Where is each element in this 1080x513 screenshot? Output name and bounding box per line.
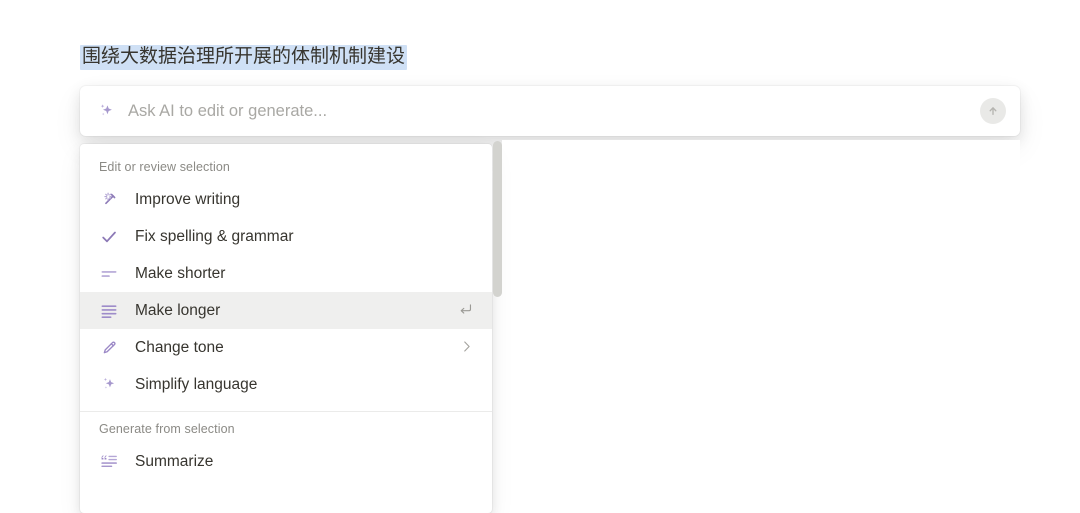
- lines-short-icon: [99, 264, 119, 284]
- menu-item-make-longer[interactable]: Make longer: [80, 292, 492, 329]
- return-key-icon: [457, 301, 478, 321]
- menu-divider: [80, 411, 492, 412]
- arrow-up-circle-icon: [989, 107, 997, 115]
- pen-icon: [99, 338, 119, 358]
- menu-item-label: Make shorter: [135, 264, 226, 282]
- menu-item-make-shorter[interactable]: Make shorter: [80, 255, 492, 292]
- menu-item-label: Fix spelling & grammar: [135, 227, 294, 245]
- menu-section-label-edit: Edit or review selection: [99, 160, 230, 174]
- menu-item-label: Simplify language: [135, 375, 258, 393]
- lines-long-icon: [99, 301, 119, 321]
- menu-scrollbar-thumb[interactable]: [493, 141, 502, 297]
- chevron-right-icon: [459, 339, 478, 357]
- menu-item-fix-spelling-grammar[interactable]: Fix spelling & grammar: [80, 218, 492, 255]
- document-selected-text: 围绕大数据治理所开展的体制机制建设: [80, 42, 408, 72]
- menu-item-change-tone[interactable]: Change tone: [80, 329, 492, 366]
- menu-item-label: Change tone: [135, 338, 224, 356]
- ai-prompt-input[interactable]: [128, 101, 980, 121]
- menu-item-label: Summarize: [135, 452, 214, 470]
- menu-item-summarize[interactable]: Summarize: [80, 443, 492, 480]
- menu-scrollbar[interactable]: [492, 140, 503, 513]
- ai-prompt-bar: [80, 86, 1020, 136]
- magic-wand-icon: [99, 190, 119, 210]
- ai-suggestions-menu: Edit or review selection Improve writing…: [80, 144, 492, 513]
- sparkle-icon: [96, 101, 116, 121]
- menu-item-improve-writing[interactable]: Improve writing: [80, 181, 492, 218]
- selection-highlight: 围绕大数据治理所开展的体制机制建设: [80, 45, 408, 70]
- editor-background: [502, 140, 1020, 513]
- ai-submit-button[interactable]: [980, 98, 1006, 124]
- menu-section-label-generate: Generate from selection: [99, 422, 235, 436]
- menu-item-label: Improve writing: [135, 190, 241, 208]
- quote-lines-icon: [99, 452, 119, 472]
- menu-item-label: Make longer: [135, 301, 221, 319]
- sparkle-icon: [99, 375, 119, 395]
- check-icon: [99, 227, 119, 247]
- menu-item-simplify-language[interactable]: Simplify language: [80, 366, 492, 403]
